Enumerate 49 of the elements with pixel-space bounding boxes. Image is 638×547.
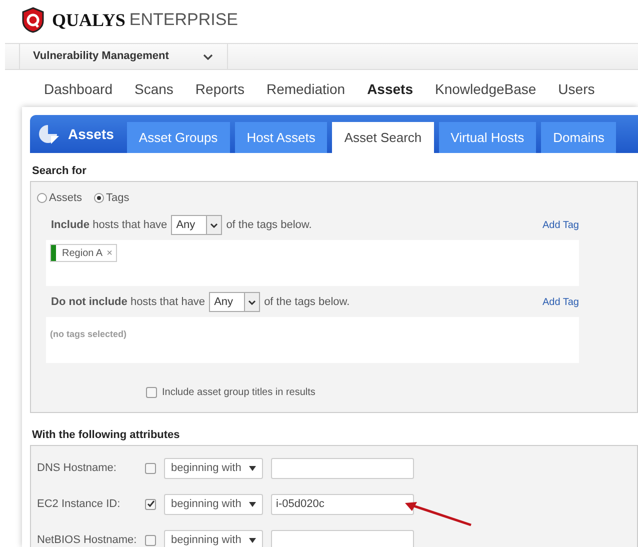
value-input[interactable] [271, 458, 414, 478]
attribute-label: EC2 Instance ID: [37, 496, 122, 512]
filter-label: Do not include hosts that have [51, 294, 206, 310]
match-select[interactable]: Any [171, 215, 222, 235]
operator-select[interactable]: beginning with [164, 530, 263, 547]
group-titles-option[interactable]: Include asset group titles in results [146, 385, 637, 400]
chevron-down-icon [248, 300, 256, 304]
add-tag-link[interactable]: Add Tag [542, 218, 579, 232]
section-title: Assets [68, 124, 114, 144]
shield-logo-icon [22, 7, 44, 33]
add-tag-link[interactable]: Add Tag [542, 294, 579, 310]
attribute-label: DNS Hostname: [37, 460, 118, 476]
value-input[interactable]: i-05d020c [271, 494, 414, 514]
attributes-title: With the following attributes [32, 428, 181, 442]
radio-option[interactable]: Assets [37, 190, 82, 206]
tab[interactable]: Asset Search [332, 122, 434, 153]
module-select[interactable]: Vulnerability Management [19, 44, 228, 69]
tag-chip[interactable]: Region A × [50, 244, 118, 262]
caret-down-icon [249, 502, 256, 506]
operator-select[interactable]: beginning with [164, 494, 263, 514]
empty-tags-text: (no tags selected) [50, 329, 127, 339]
nav-link[interactable]: Reports [195, 78, 244, 100]
chevron-down-icon [210, 222, 218, 228]
pie-chart-icon [38, 123, 60, 145]
checkbox[interactable] [145, 462, 156, 474]
caret-down-icon [249, 538, 256, 542]
nav-link[interactable]: Scans [134, 78, 174, 100]
operator-select[interactable]: beginning with [164, 458, 263, 478]
chevron-down-icon [202, 54, 213, 60]
nav-link[interactable]: KnowledgeBase [434, 78, 536, 100]
filter-label: of the tags below. [264, 294, 350, 310]
radio-option[interactable]: Tags [94, 190, 130, 206]
value-input[interactable] [271, 530, 414, 547]
edition-name: ENTERPRISE [129, 9, 238, 32]
nav-link[interactable]: Dashboard [44, 78, 112, 100]
nav-link[interactable]: Users [558, 78, 595, 100]
brand-name: QUALYS [52, 8, 126, 32]
checkbox[interactable] [145, 498, 156, 510]
checkbox[interactable] [146, 387, 157, 398]
checkbox[interactable] [145, 534, 156, 546]
attribute-label: NetBIOS Hostname: [37, 532, 138, 547]
filter-label: Include hosts that have [51, 218, 168, 233]
match-select[interactable]: Any [209, 292, 260, 312]
nav-link[interactable]: Remediation [266, 78, 346, 100]
search-for-title: Search for [32, 164, 88, 179]
filter-label: of the tags below. [226, 218, 312, 233]
arrow-icon [403, 501, 473, 527]
caret-down-icon [249, 466, 256, 470]
nav-link[interactable]: Assets [367, 78, 413, 100]
